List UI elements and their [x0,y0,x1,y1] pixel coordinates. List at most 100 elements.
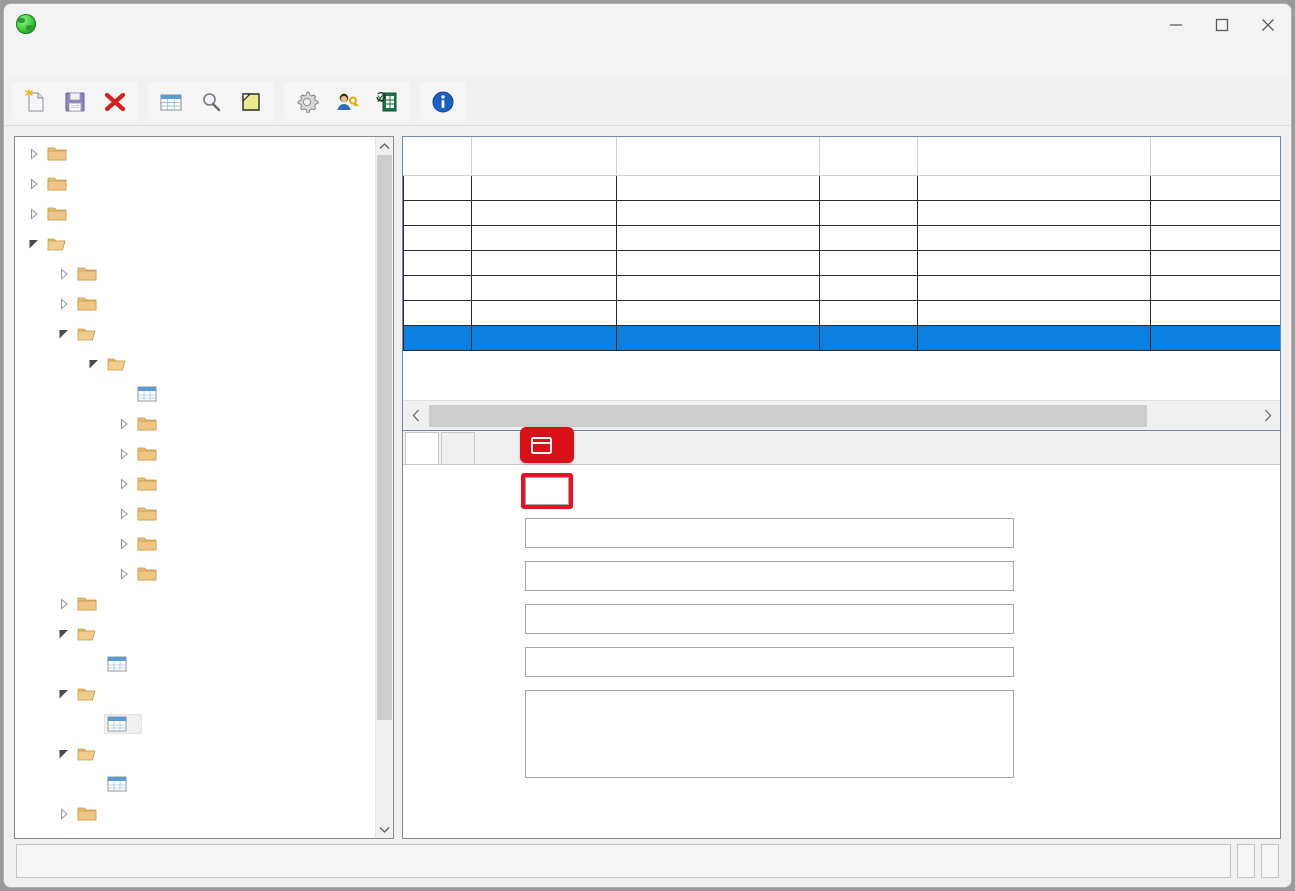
tree-item-content[interactable] [45,145,81,163]
tree-item-content[interactable] [135,505,171,523]
tree-item-content[interactable] [135,535,171,553]
tree-item-other[interactable] [15,499,375,529]
tree-item-logistics[interactable] [15,199,375,229]
tree-item-content[interactable] [105,715,141,733]
tree-item-content[interactable] [135,565,171,583]
note-icon[interactable] [232,84,270,120]
tree-item-bill-of-exchange[interactable] [15,469,375,499]
tree-item-content[interactable] [75,295,111,313]
maximize-icon[interactable] [1199,4,1245,47]
expand-triangle-icon[interactable] [53,268,75,280]
tab-annotations[interactable] [441,432,475,464]
tree-item-content[interactable] [105,775,141,793]
menu-file[interactable] [16,59,34,67]
tree-item-master-records[interactable] [15,799,375,829]
expand-triangle-icon[interactable] [113,418,135,430]
grid-scroll-thumb[interactable] [429,405,1147,427]
delete-icon[interactable] [96,84,134,120]
column-header-notes[interactable] [1151,137,1281,175]
new-document-icon[interactable] [16,84,54,120]
field-input-address[interactable] [525,561,1014,591]
tree-scroll-track[interactable] [376,155,393,820]
tree-item-content[interactable] [75,805,111,823]
tree-item-accounts[interactable] [15,619,375,649]
tree-item-content[interactable] [135,385,171,403]
user-credentials-icon[interactable] [328,84,366,120]
tree-item-content[interactable] [75,595,111,613]
field-input-id[interactable] [525,477,569,505]
tree-item-content[interactable] [135,475,171,493]
tree-item-reference-documents[interactable] [15,529,375,559]
table-row[interactable] [404,300,1281,325]
tree-item-records[interactable] [15,769,375,799]
collapse-triangle-icon[interactable] [53,688,75,700]
tree-item-content[interactable] [135,415,171,433]
tree-scroll-thumb[interactable] [377,155,392,720]
scroll-up-icon[interactable] [376,137,393,155]
tree-scroll-region[interactable] [15,137,375,838]
settings-gear-icon[interactable] [288,84,326,120]
scroll-down-icon[interactable] [376,820,393,838]
chevron-left-icon[interactable] [403,409,429,422]
tree-vertical-scrollbar[interactable] [375,137,393,838]
tree-item-accounts-receivable[interactable] [15,289,375,319]
tree-item-content[interactable] [75,625,111,643]
tree-item-general-ledger[interactable] [15,259,375,289]
table-icon[interactable] [152,84,190,120]
column-header-phone[interactable] [820,137,918,175]
tree-item-content[interactable] [75,265,111,283]
close-icon[interactable] [1245,4,1291,47]
tree-item-invoices[interactable] [15,379,375,409]
tree-item-content[interactable] [45,205,81,223]
tree-item-visitors[interactable] [15,739,375,769]
tree-item-document-entry[interactable] [15,349,375,379]
column-header-street-address[interactable] [617,137,820,175]
tree-item-outgoing-payment[interactable] [15,559,375,589]
table-row[interactable] [404,200,1281,225]
expand-triangle-icon[interactable] [53,808,75,820]
excel-export-icon[interactable]: X [368,84,406,120]
collapse-triangle-icon[interactable] [83,358,105,370]
tree-item-down-payment[interactable] [15,439,375,469]
search-icon[interactable] [192,84,230,120]
minimize-icon[interactable] [1153,4,1199,47]
collapse-triangle-icon[interactable] [53,628,75,640]
tree-item-content[interactable] [45,235,81,253]
tree-item-accounts-payable[interactable] [15,319,375,349]
tree-item-document[interactable] [15,589,375,619]
table-row[interactable] [404,175,1281,200]
tree-item-content[interactable] [105,355,141,373]
tree-item-accounts[interactable] [15,649,375,679]
menu-edit[interactable] [38,59,56,67]
column-header-email[interactable] [918,137,1151,175]
tree-item-accounting[interactable] [15,229,375,259]
tree-item-office[interactable] [15,139,375,169]
field-input-notes[interactable] [525,690,1014,778]
tree-item-content[interactable] [75,745,111,763]
column-header-name[interactable] [472,137,617,175]
expand-triangle-icon[interactable] [113,478,135,490]
table-row[interactable] [404,225,1281,250]
field-input-name[interactable] [525,518,1014,548]
tree-item-content[interactable] [105,655,141,673]
expand-triangle-icon[interactable] [23,208,45,220]
expand-triangle-icon[interactable] [53,298,75,310]
menu-help[interactable] [82,59,100,67]
info-icon[interactable] [424,84,462,120]
expand-triangle-icon[interactable] [113,448,135,460]
table-row[interactable] [404,250,1281,275]
grid-scroll-track[interactable] [429,405,1254,427]
expand-triangle-icon[interactable] [113,568,135,580]
tab-support-cases[interactable] [405,432,439,464]
collapse-triangle-icon[interactable] [53,328,75,340]
table-row[interactable] [404,325,1281,350]
tree-item-content[interactable] [45,175,81,193]
tree-item-content[interactable] [135,445,171,463]
save-icon[interactable] [56,84,94,120]
collapse-triangle-icon[interactable] [23,238,45,250]
field-input-email[interactable] [525,647,1014,677]
tree-item-cross-application-components[interactable] [15,169,375,199]
tree-item-support[interactable] [15,679,375,709]
grid-horizontal-scrollbar[interactable] [403,400,1280,430]
tree-item-document-parking[interactable] [15,409,375,439]
